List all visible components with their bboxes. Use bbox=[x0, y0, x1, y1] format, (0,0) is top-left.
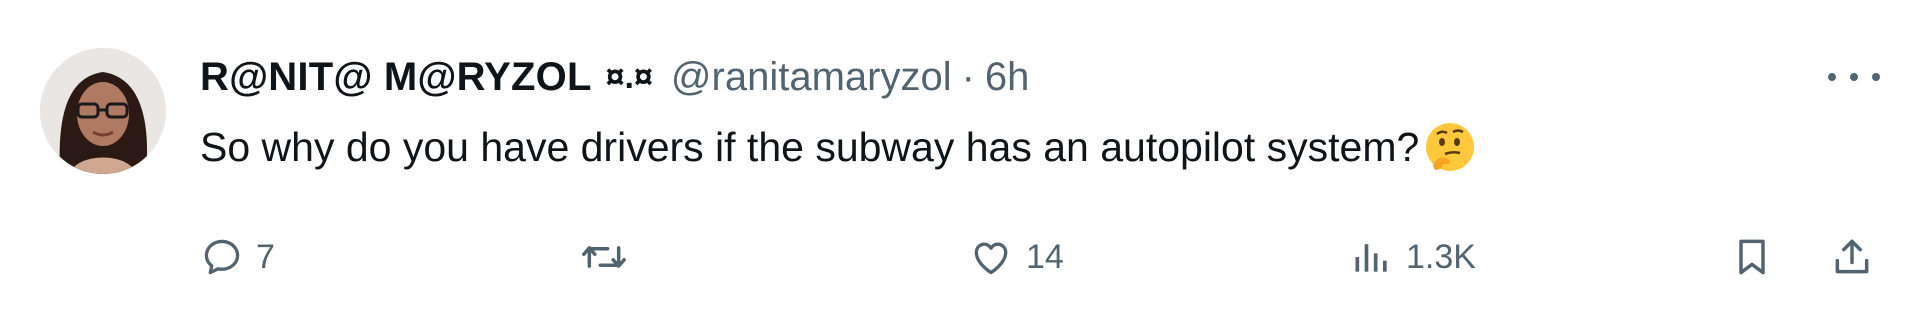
like-button[interactable]: 14 bbox=[968, 232, 1064, 282]
reply-icon bbox=[204, 239, 240, 275]
tweet-text-content: So why do you have drivers if the subway… bbox=[200, 123, 1420, 170]
views-icon bbox=[1355, 244, 1387, 272]
tweet-text: So why do you have drivers if the subway… bbox=[200, 120, 1477, 174]
name-badge: ¤.¤ bbox=[605, 57, 653, 96]
timestamp[interactable]: 6h bbox=[985, 55, 1030, 100]
reply-count: 7 bbox=[256, 237, 275, 276]
share-icon bbox=[1835, 239, 1869, 274]
separator-dot: · bbox=[961, 54, 975, 99]
share-button[interactable] bbox=[1830, 232, 1874, 282]
views-button[interactable]: 1.3K bbox=[1350, 232, 1476, 282]
retweet-icon bbox=[582, 246, 626, 268]
reply-button[interactable]: 7 bbox=[200, 232, 275, 282]
display-name[interactable]: R@NIT@ M@RYZOL bbox=[200, 55, 592, 100]
tweet-actions: 7 14 1.3K bbox=[200, 232, 1890, 282]
bookmark-icon bbox=[1739, 239, 1765, 275]
bookmark-button[interactable] bbox=[1730, 232, 1774, 282]
like-count: 14 bbox=[1026, 237, 1064, 276]
thinking-face-icon bbox=[1423, 120, 1477, 174]
avatar[interactable] bbox=[40, 48, 166, 174]
avatar-image bbox=[40, 48, 166, 174]
heart-icon bbox=[974, 242, 1008, 275]
user-handle[interactable]: @ranitamaryzol bbox=[671, 55, 952, 100]
tweet-header: R@NIT@ M@RYZOL ¤.¤ @ranitamaryzol · 6h bbox=[200, 52, 1029, 102]
retweet-button[interactable] bbox=[580, 232, 640, 282]
more-options-icon[interactable] bbox=[1828, 62, 1880, 92]
views-count: 1.3K bbox=[1406, 237, 1476, 276]
tweet-card[interactable]: R@NIT@ M@RYZOL ¤.¤ @ranitamaryzol · 6h S… bbox=[0, 0, 1920, 313]
